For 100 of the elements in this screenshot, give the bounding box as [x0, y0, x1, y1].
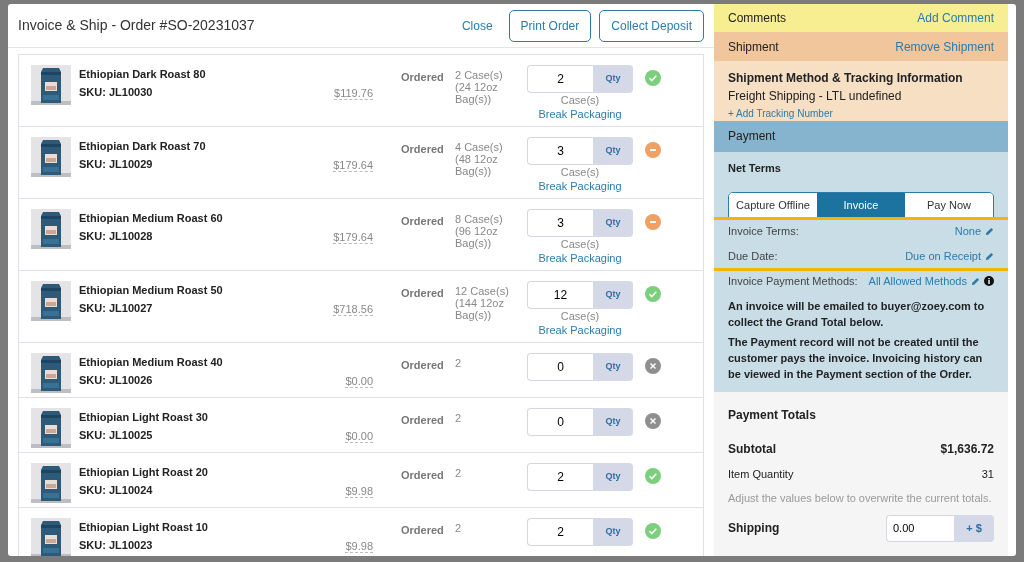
price-text: $0.00	[345, 375, 373, 388]
edit-icon[interactable]	[985, 227, 994, 236]
status-text: Ordered	[401, 287, 444, 299]
qty-label: Qty	[593, 209, 633, 237]
qty-label: Qty	[593, 463, 633, 491]
ordered-quantity: 8 Case(s) (96 12oz Bag(s))	[455, 213, 503, 249]
qty-label: Qty	[593, 408, 633, 436]
sku-text: SKU: JL10028	[79, 229, 154, 244]
shipping-method: Freight Shipping - LTL undefined	[728, 87, 903, 105]
price-text: $9.98	[345, 485, 373, 498]
sku-text: SKU: JL10025	[79, 428, 154, 443]
sku-text: SKU: JL10026	[79, 373, 154, 388]
status-text: Ordered	[401, 524, 444, 536]
product-name: Ethiopian Medium Roast 40	[79, 355, 224, 370]
section-heading: Payment Totals	[728, 407, 817, 424]
section-title: Shipment	[728, 38, 779, 56]
qty-label: Qty	[593, 353, 633, 381]
product-name: Ethiopian Medium Roast 60	[79, 211, 224, 226]
note-text: An invoice will be emailed to buyer@zoey.com to collect the Grand Total below.	[728, 299, 986, 330]
segment-tab[interactable]: Invoice	[817, 193, 905, 218]
remove-shipment-link[interactable]: Remove Shipment	[895, 37, 994, 56]
product-name: Ethiopian Light Roast 20	[79, 465, 209, 480]
field-label: Invoice Payment Methods:	[728, 274, 858, 290]
shipping-input[interactable]: 0.00	[886, 515, 954, 542]
status-text: Ordered	[401, 469, 444, 481]
unit-text: Case(s)	[559, 93, 601, 107]
price-text: $119.76	[334, 87, 373, 100]
product-name: Ethiopian Dark Roast 70	[79, 139, 207, 154]
ordered-quantity: 2	[455, 522, 462, 534]
unit-text: Case(s)	[559, 309, 601, 323]
ordered-quantity: 2	[455, 467, 462, 479]
product-name: Ethiopian Light Roast 10	[79, 520, 209, 535]
info-icon[interactable]	[984, 276, 994, 287]
section-heading: Shipment Method & Tracking Information	[728, 69, 964, 87]
status-text: Ordered	[401, 71, 444, 83]
total-value: 31	[981, 467, 994, 482]
ordered-quantity: 2 Case(s) (24 12oz Bag(s))	[455, 69, 503, 105]
total-label: Subtotal	[728, 441, 776, 458]
quantity-input[interactable]: 2	[527, 463, 593, 491]
button[interactable]: Collect Deposit	[599, 9, 704, 42]
status-text: Ordered	[401, 143, 444, 155]
dialog-title: Invoice & Ship - Order #SO-20231037	[18, 16, 256, 35]
segment-tab[interactable]: Capture Offline	[729, 193, 817, 218]
edit-icon[interactable]	[985, 252, 994, 261]
product-name: Ethiopian Light Roast 30	[79, 410, 209, 425]
product-name: Ethiopian Dark Roast 80	[79, 67, 207, 82]
quantity-input[interactable]: 3	[527, 137, 593, 165]
product-name: Ethiopian Medium Roast 50	[79, 283, 224, 298]
section-title: Payment	[728, 128, 776, 146]
qty-label: Qty	[593, 518, 633, 546]
close-link[interactable]: Close	[461, 16, 493, 35]
qty-label: Qty	[593, 137, 633, 165]
break-packaging-link[interactable]: Break Packaging	[527, 179, 633, 193]
addon-label: + $	[954, 515, 994, 542]
quantity-input[interactable]: 2	[527, 518, 593, 546]
price-text: $0.00	[345, 430, 373, 443]
field-value-link[interactable]: Due on Receipt	[905, 248, 981, 265]
status-text: Ordered	[401, 215, 444, 227]
add-tracking-link[interactable]: + Add Tracking Number	[728, 105, 833, 121]
unit-text: Case(s)	[559, 165, 601, 179]
ordered-quantity: 4 Case(s) (48 12oz Bag(s))	[455, 141, 503, 177]
price-text: $9.98	[345, 540, 373, 553]
field-value-link[interactable]: All Allowed Methods	[868, 273, 967, 290]
sku-text: SKU: JL10023	[79, 538, 154, 553]
field-label: Invoice Terms:	[728, 224, 799, 240]
qty-label: Qty	[593, 281, 633, 309]
ordered-quantity: 2	[455, 357, 462, 369]
ordered-quantity: 2	[455, 412, 462, 424]
button[interactable]: Print Order	[508, 9, 592, 42]
sku-text: SKU: JL10027	[79, 301, 154, 316]
note-text: The Payment record will not be created until the customer pays the invoice. Invoicing history can be viewed in the Payment section of the Order.	[728, 335, 984, 382]
total-label: Item Quantity	[728, 467, 794, 482]
price-text: $179.64	[333, 159, 373, 172]
unit-text: Case(s)	[559, 237, 601, 251]
status-text: Ordered	[401, 414, 444, 426]
quantity-input[interactable]: 2	[527, 65, 593, 93]
status-text: Ordered	[401, 359, 444, 371]
ordered-quantity: 12 Case(s) (144 12oz Bag(s))	[455, 285, 509, 321]
hint-text: Adjust the values below to overwrite the current totals.	[728, 491, 993, 507]
break-packaging-link[interactable]: Break Packaging	[527, 251, 633, 265]
quantity-input[interactable]: 12	[527, 281, 593, 309]
quantity-input[interactable]: 3	[527, 209, 593, 237]
total-value: $1,636.72	[940, 441, 994, 458]
field-label: Shipping	[728, 520, 780, 538]
section-title: Comments	[728, 10, 786, 28]
segment-tab[interactable]: Pay Now	[905, 193, 993, 218]
break-packaging-link[interactable]: Break Packaging	[527, 107, 633, 121]
sku-text: SKU: JL10024	[79, 483, 154, 498]
sku-text: SKU: JL10029	[79, 157, 154, 172]
qty-label: Qty	[593, 65, 633, 93]
field-value-link[interactable]: None	[954, 223, 981, 240]
break-packaging-link[interactable]: Break Packaging	[527, 323, 633, 337]
quantity-input[interactable]: 0	[527, 353, 593, 381]
price-text: $718.56	[333, 303, 373, 316]
field-label: Due Date:	[728, 249, 778, 265]
sku-text: SKU: JL10030	[79, 85, 154, 100]
quantity-input[interactable]: 0	[527, 408, 593, 436]
add-comment-link[interactable]: Add Comment	[917, 9, 994, 28]
section-heading: Net Terms	[728, 161, 782, 176]
edit-icon[interactable]	[971, 277, 980, 286]
